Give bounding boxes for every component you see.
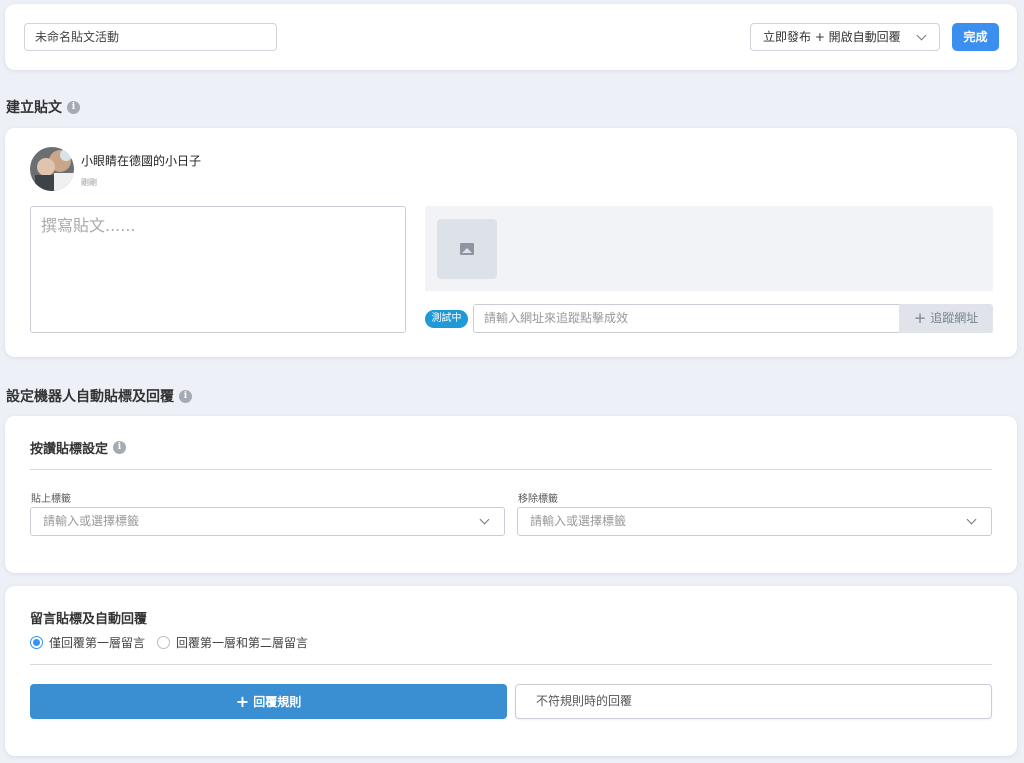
- remove-tag-placeholder: 請輸入或選擇標籤: [530, 514, 627, 528]
- bot-settings-heading: 設定機器人自動貼標及回覆 i: [6, 386, 192, 406]
- done-button[interactable]: 完成: [952, 23, 999, 51]
- post-time: 剛剛: [81, 178, 97, 187]
- info-icon[interactable]: i: [113, 441, 127, 454]
- like-tagging-card: 按讚貼標設定 i 貼上標籤 請輸入或選擇標籤 移除標籤 請輸入或選擇標籤: [5, 416, 1017, 573]
- media-upload-area: [425, 206, 993, 291]
- radio-first-level-label[interactable]: 僅回覆第一層留言: [49, 634, 145, 651]
- track-url-label: 追蹤網址: [930, 311, 979, 325]
- create-post-card: 小眼睛在德國的小日子 剛剛 撰寫貼文...... 測試中 請輸入網址來追蹤點擊成…: [5, 128, 1017, 357]
- like-tagging-title: 按讚貼標設定: [30, 442, 109, 457]
- activity-name-input[interactable]: 未命名貼文活動: [24, 23, 277, 51]
- add-reply-rule-button[interactable]: + 回覆規則: [30, 684, 507, 719]
- add-tag-label: 貼上標籤: [31, 494, 71, 505]
- radio-both-levels[interactable]: [157, 636, 171, 649]
- comment-tagging-heading: 留言貼標及自動回覆: [30, 608, 147, 627]
- publish-option-select[interactable]: 立即發布 + 開啟自動回覆: [750, 23, 940, 51]
- info-icon[interactable]: i: [179, 389, 192, 403]
- plus-icon: +: [235, 692, 250, 711]
- divider: [30, 469, 992, 470]
- testing-badge: 測試中: [425, 310, 468, 328]
- publish-option-value: 立即發布 + 開啟自動回覆: [763, 30, 901, 44]
- add-tag-select[interactable]: 請輸入或選擇標籤: [30, 507, 505, 536]
- info-icon[interactable]: i: [67, 100, 80, 114]
- avatar: [30, 147, 74, 191]
- activity-header-card: 未命名貼文活動 立即發布 + 開啟自動回覆 完成: [5, 4, 1017, 70]
- no-match-reply-button[interactable]: 不符規則時的回覆: [515, 684, 992, 719]
- track-url-button[interactable]: + 追蹤網址: [899, 304, 993, 333]
- create-post-heading: 建立貼文 i: [6, 97, 80, 117]
- comment-tagging-card: 留言貼標及自動回覆 僅回覆第一層留言 回覆第一層和第二層留言 + 回覆規則 不符規…: [5, 586, 1017, 756]
- page-name: 小眼睛在德國的小日子: [81, 154, 202, 168]
- chevron-down-icon: [479, 514, 490, 525]
- chevron-down-icon: [916, 30, 927, 41]
- remove-tag-label: 移除標籤: [518, 494, 558, 505]
- divider: [30, 664, 992, 665]
- remove-tag-select[interactable]: 請輸入或選擇標籤: [517, 507, 992, 536]
- post-content-textarea[interactable]: 撰寫貼文......: [30, 206, 406, 333]
- reply-level-options: 僅回覆第一層留言 回覆第一層和第二層留言: [30, 634, 308, 651]
- like-tagging-heading: 按讚貼標設定 i: [30, 438, 127, 457]
- chevron-down-icon: [966, 514, 977, 525]
- radio-first-level[interactable]: [30, 636, 43, 649]
- image-icon: [460, 243, 474, 255]
- add-image-button[interactable]: [437, 219, 497, 279]
- create-post-title: 建立貼文: [6, 100, 62, 116]
- plus-icon: +: [913, 309, 927, 327]
- radio-both-levels-label[interactable]: 回覆第一層和第二層留言: [176, 634, 308, 651]
- comment-tagging-title: 留言貼標及自動回覆: [30, 612, 148, 627]
- add-tag-placeholder: 請輸入或選擇標籤: [43, 514, 140, 528]
- bot-settings-title: 設定機器人自動貼標及回覆: [6, 389, 174, 405]
- reply-rule-label: 回覆規則: [253, 695, 302, 709]
- tracking-url-input[interactable]: 請輸入網址來追蹤點擊成效: [473, 304, 900, 333]
